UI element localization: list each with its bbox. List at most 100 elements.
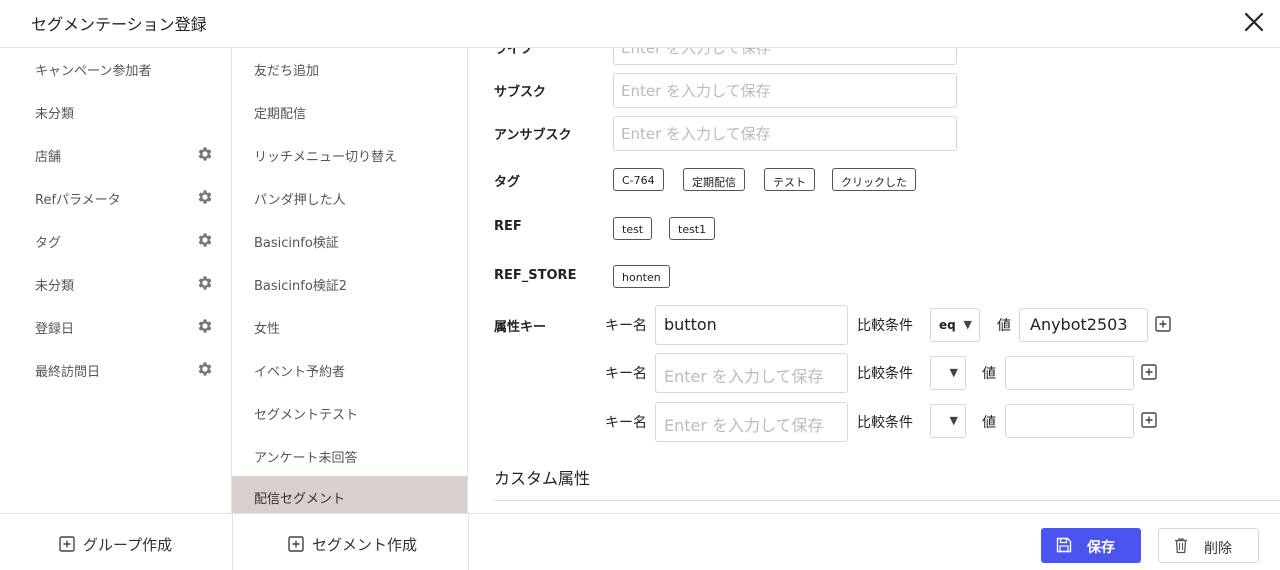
compare-label: 比較条件 [857,415,913,431]
key-name-label: キー名 [605,415,647,431]
segment-item[interactable]: 定期配信 [232,91,467,131]
attr-key-label: 属性キー [494,320,547,335]
segment-item-label: 配信セグメント [254,492,346,507]
segment-form: ライフ Enter を入力して保存 サブスク Enter を入力して保存 アンサ… [468,48,1280,513]
delete-label: 削除 [1204,541,1232,557]
segment-item[interactable]: イベント予約者 [232,349,467,389]
modal-header: セグメンテーション登録 [0,0,1280,48]
group-item[interactable]: キャンペーン参加者 [0,48,231,88]
group-item[interactable]: 登録日 [0,306,231,346]
key-name-input[interactable]: button [655,305,848,345]
divider [494,500,1280,501]
segment-item[interactable]: Basicinfo検証 [232,220,467,260]
compare-value: eq [939,318,956,332]
gear-icon[interactable] [196,360,214,378]
tag-chip[interactable]: クリックした [832,168,916,191]
group-item[interactable]: タグ [0,220,231,260]
add-row-icon[interactable] [1141,412,1157,428]
close-icon[interactable] [1240,8,1268,36]
segment-item-label: リッチメニュー切り替え [254,150,398,165]
unsubscribe-label: アンサブスク [494,128,572,143]
ref-store-label: REF_STORE [494,268,577,283]
segment-item[interactable]: 女性 [232,306,467,346]
group-item[interactable]: 未分類 [0,91,231,131]
segment-item-label: イベント予約者 [254,365,346,380]
group-item[interactable]: 未分類 [0,263,231,303]
segment-item-label: パンダ押した人 [254,193,346,208]
create-segment-label: セグメント作成 [312,536,418,554]
save-button[interactable]: 保存 [1041,528,1141,563]
group-item-label: 未分類 [35,279,75,294]
unsubscribe-input[interactable]: Enter を入力して保存 [613,116,957,151]
dropdown-arrow-icon: ▼ [963,318,972,331]
subscribe-label: サブスク [494,85,547,100]
group-item-label: キャンペーン参加者 [35,64,152,79]
subscribe-input[interactable]: Enter を入力して保存 [613,73,957,108]
compare-label: 比較条件 [857,318,913,334]
value-label: 値 [982,415,996,431]
ref-chip[interactable]: test1 [669,217,716,240]
group-item-label: 未分類 [35,107,75,122]
gear-icon[interactable] [196,145,214,163]
group-list: キャンペーン参加者 未分類 店舗 Refパラメータ タグ 未分類 登録日 最終訪… [0,48,232,513]
group-item-label: Refパラメータ [35,193,121,208]
dropdown-arrow-icon: ▼ [949,414,958,427]
add-row-icon[interactable] [1155,316,1171,332]
segment-item[interactable]: パンダ押した人 [232,177,467,217]
value-input[interactable]: Anybot2503 [1019,308,1148,342]
custom-attr-heading: カスタム属性 [494,469,591,488]
delete-button[interactable]: 削除 [1158,528,1259,563]
tag-chip[interactable]: 定期配信 [683,168,745,191]
gear-icon[interactable] [196,274,214,292]
create-segment-button[interactable]: セグメント作成 [288,514,438,570]
compare-select[interactable]: ▼ [930,356,966,390]
partial-text-input[interactable]: Enter を入力して保存 [613,48,957,65]
gear-icon[interactable] [196,188,214,206]
segment-item-label: 定期配信 [254,107,307,122]
save-label: 保存 [1087,540,1115,556]
segment-item[interactable]: Basicinfo検証2 [232,263,467,303]
segment-item[interactable]: セグメントテスト [232,392,467,432]
tag-chip[interactable]: テスト [764,168,815,191]
segment-item[interactable]: アンケート未回答 [232,435,467,475]
compare-label: 比較条件 [857,366,913,382]
group-item[interactable]: 店舗 [0,134,231,174]
segment-item-active[interactable]: 配信セグメント [232,476,467,513]
group-item-label: 最終訪問日 [35,365,101,380]
segment-item-label: 女性 [254,322,281,337]
modal-footer: グループ作成 セグメント作成 保存 削除 [0,513,1280,570]
gear-icon[interactable] [196,317,214,335]
trash-icon [1173,537,1189,554]
segment-list: 友だち追加 定期配信 リッチメニュー切り替え パンダ押した人 Basicinfo… [232,48,468,513]
plus-square-icon [59,536,75,552]
tag-label: タグ [494,175,521,190]
divider [232,514,233,570]
group-item-label: タグ [35,236,62,251]
ref-label: REF [494,219,522,234]
compare-select[interactable]: ▼ [930,404,966,438]
segment-item[interactable]: リッチメニュー切り替え [232,134,467,174]
plus-square-icon [288,536,304,552]
create-group-button[interactable]: グループ作成 [59,514,209,570]
segment-item[interactable]: 友だち追加 [232,48,467,88]
ref-chip[interactable]: test [613,217,653,240]
gear-icon[interactable] [196,231,214,249]
add-row-icon[interactable] [1141,364,1157,380]
value-input[interactable] [1005,356,1134,390]
tag-chip[interactable]: C-764 [613,168,664,191]
key-name-input[interactable]: Enter を入力して保存 [655,402,848,442]
divider [468,514,469,570]
compare-select[interactable]: eq ▼ [930,308,980,342]
group-item[interactable]: 最終訪問日 [0,349,231,389]
group-item[interactable]: Refパラメータ [0,177,231,217]
create-group-label: グループ作成 [83,536,173,554]
value-input[interactable] [1005,404,1134,438]
value-label: 値 [982,366,996,382]
ref-store-chip[interactable]: honten [613,265,670,288]
key-name-input[interactable]: Enter を入力して保存 [655,353,848,393]
dropdown-arrow-icon: ▼ [949,366,958,379]
segment-item-label: 友だち追加 [254,64,320,79]
segment-item-label: Basicinfo検証2 [254,279,348,294]
key-name-label: キー名 [605,366,647,382]
modal-title: セグメンテーション登録 [31,15,207,34]
